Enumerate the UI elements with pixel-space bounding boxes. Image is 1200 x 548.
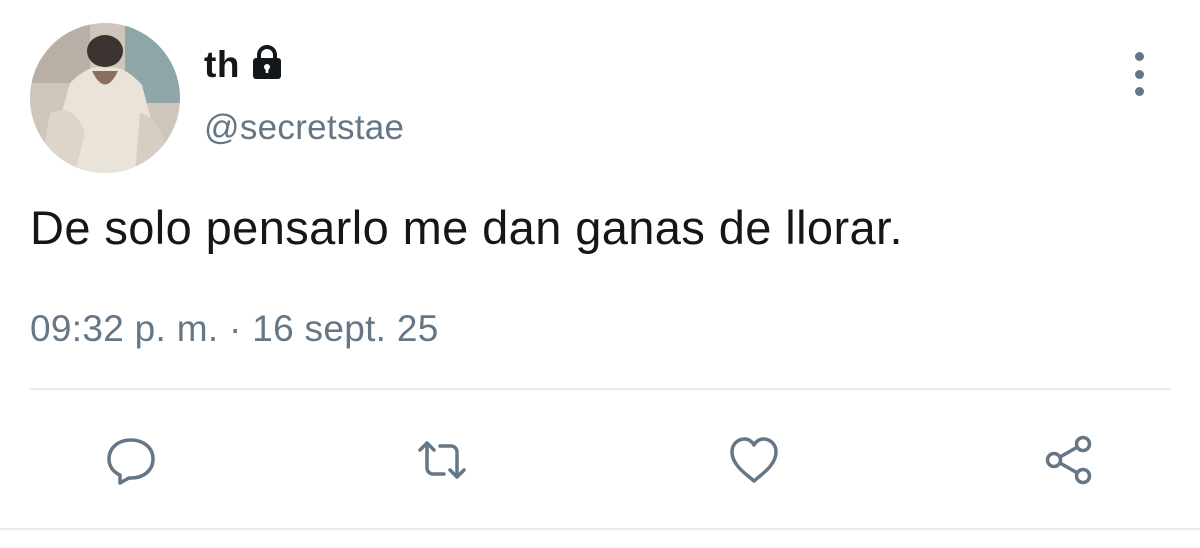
more-options-button[interactable]	[1122, 52, 1156, 96]
more-vertical-icon	[1134, 52, 1144, 61]
share-button[interactable]	[1037, 428, 1101, 492]
retweet-icon	[418, 441, 466, 479]
share-icon	[1045, 435, 1092, 485]
display-name-row: th	[204, 40, 286, 90]
like-button[interactable]	[722, 428, 786, 492]
heart-icon	[730, 437, 778, 483]
tweet-text: De solo pensarlo me dan ganas de llorar.	[30, 201, 903, 254]
reply-icon	[107, 438, 155, 485]
divider	[30, 388, 1171, 390]
bottom-divider	[0, 528, 1200, 530]
reply-button[interactable]	[99, 428, 163, 492]
tweet-timestamp[interactable]: 09:32 p. m. · 16 sept. 25	[30, 308, 439, 350]
retweet-button[interactable]	[410, 428, 474, 492]
avatar-image	[30, 23, 180, 173]
more-vertical-icon-dot-3	[1134, 87, 1144, 96]
lock-icon	[248, 44, 286, 82]
avatar[interactable]	[30, 23, 180, 173]
tweet-card: th @secretstae De solo pensarlo me dan g…	[0, 0, 1200, 548]
more-vertical-icon-dot-2	[1134, 69, 1144, 79]
display-name[interactable]: th	[204, 44, 240, 86]
user-handle[interactable]: @secretstae	[204, 108, 404, 148]
